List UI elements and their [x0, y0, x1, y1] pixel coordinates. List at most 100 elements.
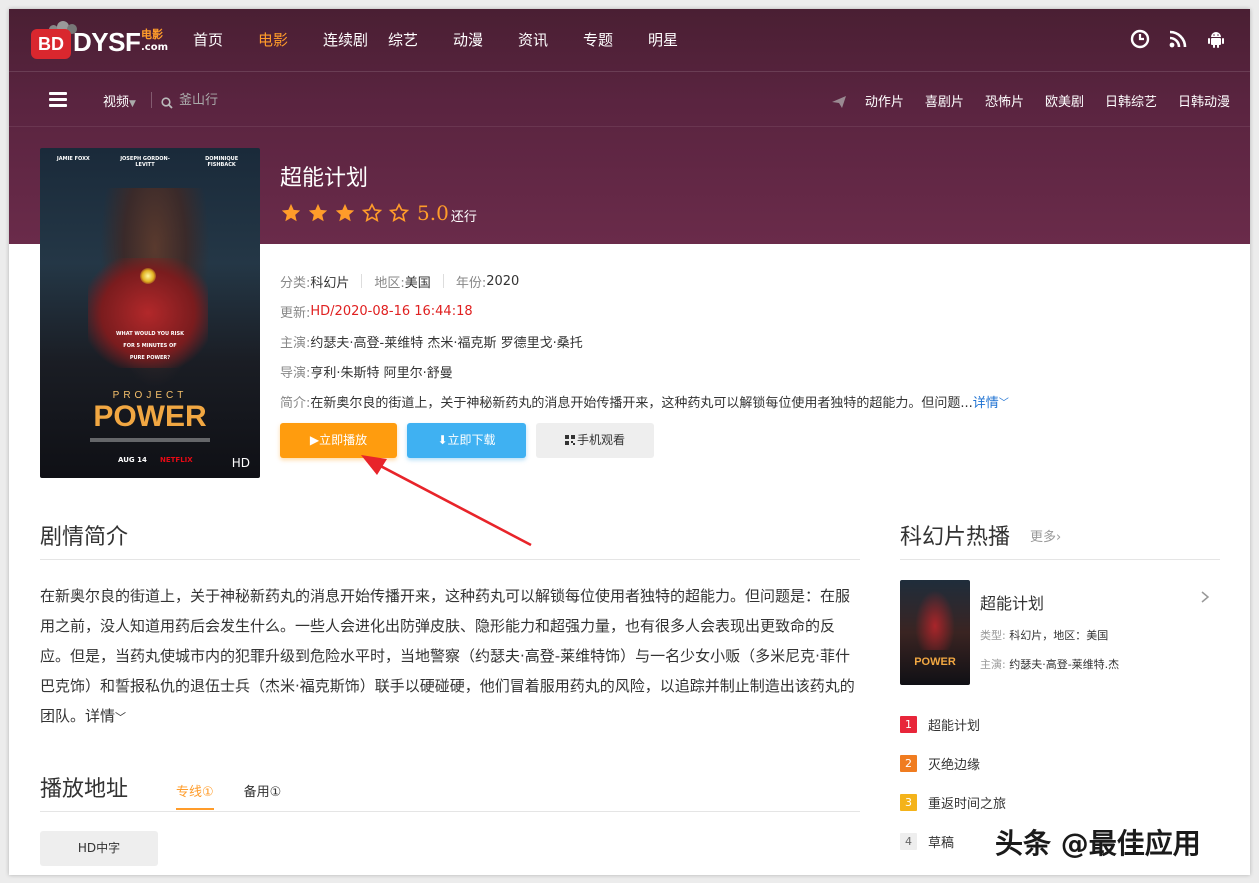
rank-number: 1	[900, 716, 917, 733]
category-link[interactable]: 科幻片	[310, 272, 349, 291]
poster-name-1: JAMIE FOXX	[56, 156, 90, 162]
rank-name: 灭绝边缘	[928, 758, 981, 773]
info-row-update: 更新: HD/2020-08-16 16:44:18	[280, 296, 1009, 326]
category-label: 分类:	[280, 275, 311, 291]
poster-power-text: POWER	[93, 400, 207, 433]
update-label: 更新:	[280, 305, 311, 321]
rank-item[interactable]: 2 灭绝边缘	[900, 754, 980, 773]
summary-label: 简介:	[280, 395, 311, 411]
plot-more-link[interactable]: 详情	[85, 707, 115, 725]
nav-item-anime[interactable]: 动漫	[453, 29, 518, 50]
star-filled-icon[interactable]	[334, 202, 356, 224]
playback-divider	[40, 811, 860, 812]
update-value: HD/2020-08-16 16:44:18	[310, 303, 473, 319]
nav-item-news[interactable]: 资讯	[518, 29, 583, 50]
rank-item[interactable]: 3 重返时间之旅	[900, 793, 1006, 812]
quick-link-jk-variety[interactable]: 日韩综艺	[1105, 91, 1157, 110]
separator	[442, 274, 444, 288]
rank-number: 3	[900, 794, 917, 811]
sidebar-divider	[900, 559, 1220, 560]
episode-button-hd[interactable]: HD中字	[40, 831, 158, 866]
cast-value[interactable]: 约瑟夫·高登-莱维特 杰米·福克斯 罗德里戈·桑托	[310, 332, 582, 351]
search-icon[interactable]	[161, 94, 173, 109]
sidebar-featured-thumbnail[interactable]: POWER	[900, 580, 970, 685]
sidebar-featured-title[interactable]: 超能计划	[980, 590, 1044, 614]
rank-item[interactable]: 1 超能计划	[900, 715, 980, 734]
rating-label: 还行	[450, 209, 477, 225]
movie-info: 分类: 科幻片 地区: 美国 年份: 2020 更新: HD/2020-08-1…	[280, 266, 1009, 416]
info-row-meta: 分类: 科幻片 地区: 美国 年份: 2020	[280, 266, 1009, 296]
nav-item-topics[interactable]: 专题	[583, 29, 648, 50]
plot-section-title: 剧情简介	[40, 525, 129, 550]
movie-title: 超能计划	[280, 166, 369, 191]
search-type-label: 视频	[103, 95, 130, 110]
tab-backup-1[interactable]: 备用①	[244, 781, 282, 810]
thumb-power-text: POWER	[914, 656, 956, 668]
top-icons	[1130, 29, 1226, 49]
info-row-cast: 主演: 约瑟夫·高登-莱维特 杰米·福克斯 罗德里戈·桑托	[280, 326, 1009, 356]
poster-netflix: NETFLIX	[160, 456, 193, 464]
nav-item-movies[interactable]: 电影	[258, 29, 323, 50]
quick-link-action[interactable]: 动作片	[865, 91, 904, 110]
info-row-summary: 简介: 在新奥尔良的街道上，关于神秘新药丸的消息开始传播开来，这种药丸可以解锁每…	[280, 386, 1009, 416]
poster-tagline-3: PURE POWER?	[129, 355, 171, 361]
star-filled-icon[interactable]	[280, 202, 302, 224]
rank-item[interactable]: 4 草稿	[900, 832, 954, 851]
nav-item-series[interactable]: 连续剧	[323, 29, 388, 50]
nav-item-variety[interactable]: 综艺	[388, 29, 453, 50]
rank-name: 草稿	[928, 836, 955, 851]
quick-link-horror[interactable]: 恐怖片	[985, 91, 1024, 110]
poster-credits	[90, 438, 210, 442]
paper-plane-icon	[831, 94, 847, 108]
mobile-watch-button[interactable]: 手机观看	[536, 423, 654, 458]
tab-line-1[interactable]: 专线①	[176, 781, 214, 810]
region-link[interactable]: 美国	[405, 272, 431, 291]
star-filled-icon[interactable]	[307, 202, 329, 224]
rss-icon[interactable]	[1168, 29, 1188, 49]
plot-divider	[40, 559, 860, 560]
nav-item-home[interactable]: 首页	[193, 29, 258, 50]
hamburger-menu-icon[interactable]	[49, 92, 67, 108]
quick-link-western-series[interactable]: 欧美剧	[1045, 91, 1084, 110]
search-input[interactable]	[179, 89, 379, 111]
chevron-down-icon: ﹀	[115, 711, 127, 724]
plot-body: 在新奥尔良的街道上，关于神秘新药丸的消息开始传播开来，这种药丸可以解锁每位使用者…	[40, 587, 855, 725]
quick-link-comedy[interactable]: 喜剧片	[925, 91, 964, 110]
thumb-figure	[915, 590, 955, 650]
poster-tagline-1: WHAT WOULD YOU RISK	[116, 331, 184, 337]
featured-type-label: 类型:	[980, 629, 1006, 642]
summary-more-link[interactable]: 详情	[973, 392, 999, 411]
chevron-right-icon[interactable]	[1199, 589, 1211, 603]
summary-value: 在新奥尔良的街道上，关于神秘新药丸的消息开始传播开来，这种药丸可以解锁每位使用者…	[310, 395, 973, 411]
caret-down-icon: ▼	[129, 99, 136, 109]
annotation-arrow-icon	[361, 455, 532, 547]
featured-type-value: 科幻片，地区：美国	[1009, 629, 1109, 642]
director-value[interactable]: 亨利·朱斯特 阿里尔·舒曼	[310, 362, 452, 381]
sidebar-featured-cast: 主演: 约瑟夫·高登-莱维特.杰	[980, 656, 1119, 672]
rank-number: 2	[900, 755, 917, 772]
sidebar-featured-type: 类型: 科幻片，地区：美国	[980, 627, 1108, 643]
nav-item-stars[interactable]: 明星	[648, 29, 713, 50]
rating-score: 5.0	[417, 201, 449, 225]
mobile-watch-label: 手机观看	[576, 433, 625, 447]
history-clock-icon[interactable]	[1130, 29, 1150, 49]
site-logo[interactable]: BD DYSF 电影 .com	[31, 21, 171, 61]
star-empty-icon[interactable]	[388, 202, 410, 224]
page-frame: BD DYSF 电影 .com 首页 电影 连续剧 综艺 动漫 资讯 专题 明星	[9, 9, 1250, 875]
poster-tagline: WHAT WOULD YOU RISK FOR 5 MINUTES OF PUR…	[40, 328, 260, 364]
poster-date: AUG 14	[118, 456, 147, 464]
cast-label: 主演:	[280, 335, 311, 351]
android-icon[interactable]	[1206, 29, 1226, 49]
sidebar-more-label: 更多	[1030, 530, 1057, 545]
separator	[361, 274, 363, 288]
star-empty-icon[interactable]	[361, 202, 383, 224]
search-type-select[interactable]: 视频▼	[103, 91, 136, 110]
quick-category-links: 动作片 喜剧片 恐怖片 欧美剧 日韩综艺 日韩动漫	[831, 91, 1230, 110]
featured-cast-value: 约瑟夫·高登-莱维特.杰	[1009, 658, 1120, 671]
year-link[interactable]: 2020	[486, 274, 519, 289]
chevron-down-icon: ﹀	[998, 397, 1009, 409]
quick-link-jk-anime[interactable]: 日韩动漫	[1178, 91, 1230, 110]
sidebar-more-link[interactable]: 更多›	[1030, 526, 1061, 545]
poster-name-2: JOSEPH GORDON-LEVITT	[120, 156, 170, 168]
movie-poster[interactable]: JAMIE FOXX JOSEPH GORDON-LEVITT DOMINIQU…	[40, 148, 260, 478]
